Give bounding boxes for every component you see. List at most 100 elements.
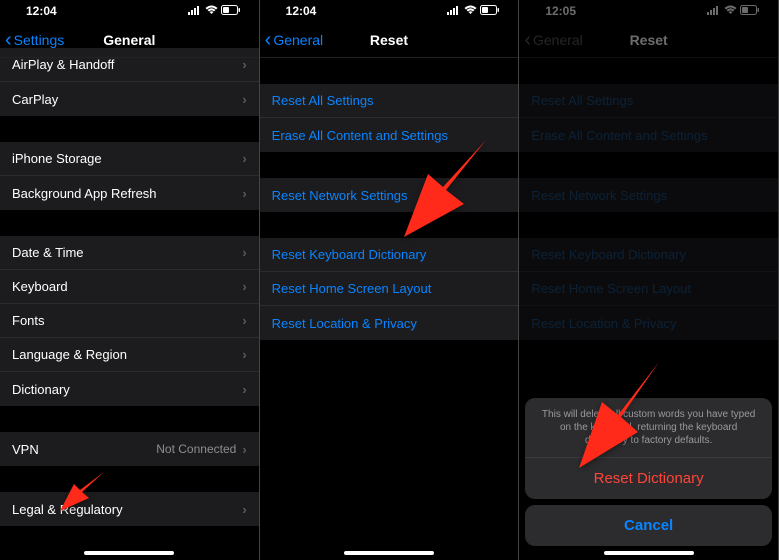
chevron-right-icon: › bbox=[242, 382, 246, 397]
row-label: VPN bbox=[12, 442, 39, 457]
settings-group: iPhone Storage›Background App Refresh› bbox=[0, 142, 259, 210]
table-row[interactable]: Fonts › bbox=[0, 304, 259, 338]
status-icons bbox=[188, 4, 241, 18]
row-label: Reset Network Settings bbox=[531, 188, 667, 203]
row-label: Reset All Settings bbox=[531, 93, 633, 108]
settings-list[interactable]: Reset All Settings Erase All Content and … bbox=[260, 58, 519, 560]
table-row[interactable]: VPNNot Connected› bbox=[0, 432, 259, 466]
settings-list[interactable]: AirPlay & Handoff › CarPlay › iPhone Storag… bbox=[0, 48, 259, 550]
row-label: Reset Keyboard Dictionary bbox=[272, 247, 427, 262]
row-label: Reset Network Settings bbox=[272, 188, 408, 203]
table-row[interactable]: Erase All Content and Settings bbox=[260, 118, 519, 152]
row-label: Erase All Content and Settings bbox=[272, 128, 448, 143]
settings-group: Reset All Settings Erase All Content and … bbox=[519, 84, 778, 152]
battery-icon bbox=[740, 4, 760, 18]
table-row[interactable]: Reset Network Settings bbox=[260, 178, 519, 212]
row-label: Reset Keyboard Dictionary bbox=[531, 247, 686, 262]
status-icons bbox=[707, 4, 760, 18]
nav-bar: ‹ General Reset bbox=[519, 22, 778, 58]
cancel-button[interactable]: Cancel bbox=[525, 505, 772, 546]
settings-group: Reset Network Settings bbox=[519, 178, 778, 212]
settings-group: Reset Keyboard Dictionary Reset Home Scre… bbox=[519, 238, 778, 340]
back-label: General bbox=[273, 32, 323, 48]
settings-group: AirPlay & Handoff › CarPlay › bbox=[0, 48, 259, 116]
status-bar: 12:04 bbox=[0, 0, 259, 22]
row-label: Reset All Settings bbox=[272, 93, 374, 108]
settings-group: Reset All Settings Erase All Content and … bbox=[260, 84, 519, 152]
row-detail: Not Connected bbox=[156, 442, 236, 456]
table-row[interactable]: Reset All Settings bbox=[260, 84, 519, 118]
table-row[interactable]: Language & Region › bbox=[0, 338, 259, 372]
row-label: Reset Home Screen Layout bbox=[531, 281, 691, 296]
phone-general: 12:04 ‹ Settings General AirPlay & Hando… bbox=[0, 0, 260, 560]
battery-icon bbox=[221, 4, 241, 18]
table-row[interactable]: Reset Keyboard Dictionary bbox=[519, 238, 778, 272]
back-button[interactable]: ‹ Settings bbox=[0, 30, 64, 50]
row-label: AirPlay & Handoff bbox=[12, 57, 114, 72]
back-button[interactable]: ‹ General bbox=[260, 30, 323, 50]
table-row[interactable]: Reset Home Screen Layout bbox=[519, 272, 778, 306]
chevron-right-icon: › bbox=[242, 313, 246, 328]
chevron-right-icon: › bbox=[242, 151, 246, 166]
signal-icon bbox=[707, 4, 721, 18]
home-indicator[interactable] bbox=[604, 551, 694, 555]
chevron-right-icon: › bbox=[242, 279, 246, 294]
chevron-left-icon: ‹ bbox=[265, 30, 272, 50]
table-row[interactable]: Reset All Settings bbox=[519, 84, 778, 118]
row-label: Date & Time bbox=[12, 245, 84, 260]
status-icons bbox=[447, 4, 500, 18]
chevron-left-icon: ‹ bbox=[5, 30, 12, 50]
nav-bar: ‹ Settings General bbox=[0, 22, 259, 58]
table-row[interactable]: Keyboard › bbox=[0, 270, 259, 304]
phone-action-sheet: 12:05 ‹ General Reset Reset All Settings… bbox=[519, 0, 779, 560]
settings-group: VPNNot Connected› bbox=[0, 432, 259, 466]
table-row[interactable]: CarPlay › bbox=[0, 82, 259, 116]
table-row[interactable]: iPhone Storage› bbox=[0, 142, 259, 176]
battery-icon bbox=[480, 4, 500, 18]
table-row[interactable]: Erase All Content and Settings bbox=[519, 118, 778, 152]
wifi-icon bbox=[724, 4, 737, 18]
status-time: 12:05 bbox=[537, 4, 576, 18]
row-label: Background App Refresh bbox=[12, 186, 157, 201]
chevron-right-icon: › bbox=[242, 57, 246, 72]
chevron-right-icon: › bbox=[242, 347, 246, 362]
table-row[interactable]: Reset Keyboard Dictionary bbox=[260, 238, 519, 272]
table-row[interactable]: Background App Refresh› bbox=[0, 176, 259, 210]
wifi-icon bbox=[205, 4, 218, 18]
table-row[interactable]: Date & Time› bbox=[0, 236, 259, 270]
row-label: Erase All Content and Settings bbox=[531, 128, 707, 143]
row-label: Fonts bbox=[12, 313, 45, 328]
reset-dictionary-button[interactable]: Reset Dictionary bbox=[525, 458, 772, 499]
row-label: Legal & Regulatory bbox=[12, 502, 123, 517]
table-row[interactable]: Dictionary › bbox=[0, 372, 259, 406]
row-label: Keyboard bbox=[12, 279, 68, 294]
row-label: Language & Region bbox=[12, 347, 127, 362]
status-time: 12:04 bbox=[18, 4, 57, 18]
table-row[interactable]: Reset Location & Privacy bbox=[260, 306, 519, 340]
status-bar: 12:04 bbox=[260, 0, 519, 22]
sheet-message: This will delete all custom words you ha… bbox=[525, 398, 772, 458]
row-label: CarPlay bbox=[12, 92, 58, 107]
row-label: Reset Location & Privacy bbox=[531, 316, 676, 331]
chevron-right-icon: › bbox=[242, 92, 246, 107]
phone-reset: 12:04 ‹ General Reset Reset All Settings… bbox=[260, 0, 520, 560]
action-sheet: This will delete all custom words you ha… bbox=[525, 398, 772, 552]
status-bar: 12:05 bbox=[519, 0, 778, 22]
table-row[interactable]: Legal & Regulatory› bbox=[0, 492, 259, 526]
row-label: Dictionary bbox=[12, 382, 70, 397]
nav-bar: ‹ General Reset bbox=[260, 22, 519, 58]
status-time: 12:04 bbox=[278, 4, 317, 18]
home-indicator[interactable] bbox=[84, 551, 174, 555]
home-indicator[interactable] bbox=[344, 551, 434, 555]
back-button: ‹ General bbox=[519, 30, 582, 50]
back-label: Settings bbox=[14, 32, 65, 48]
table-row[interactable]: Reset Home Screen Layout bbox=[260, 272, 519, 306]
settings-group: Reset Network Settings bbox=[260, 178, 519, 212]
wifi-icon bbox=[464, 4, 477, 18]
signal-icon bbox=[188, 4, 202, 18]
row-label: Reset Home Screen Layout bbox=[272, 281, 432, 296]
table-row[interactable]: Reset Network Settings bbox=[519, 178, 778, 212]
row-label: Reset Location & Privacy bbox=[272, 316, 417, 331]
signal-icon bbox=[447, 4, 461, 18]
table-row[interactable]: Reset Location & Privacy bbox=[519, 306, 778, 340]
